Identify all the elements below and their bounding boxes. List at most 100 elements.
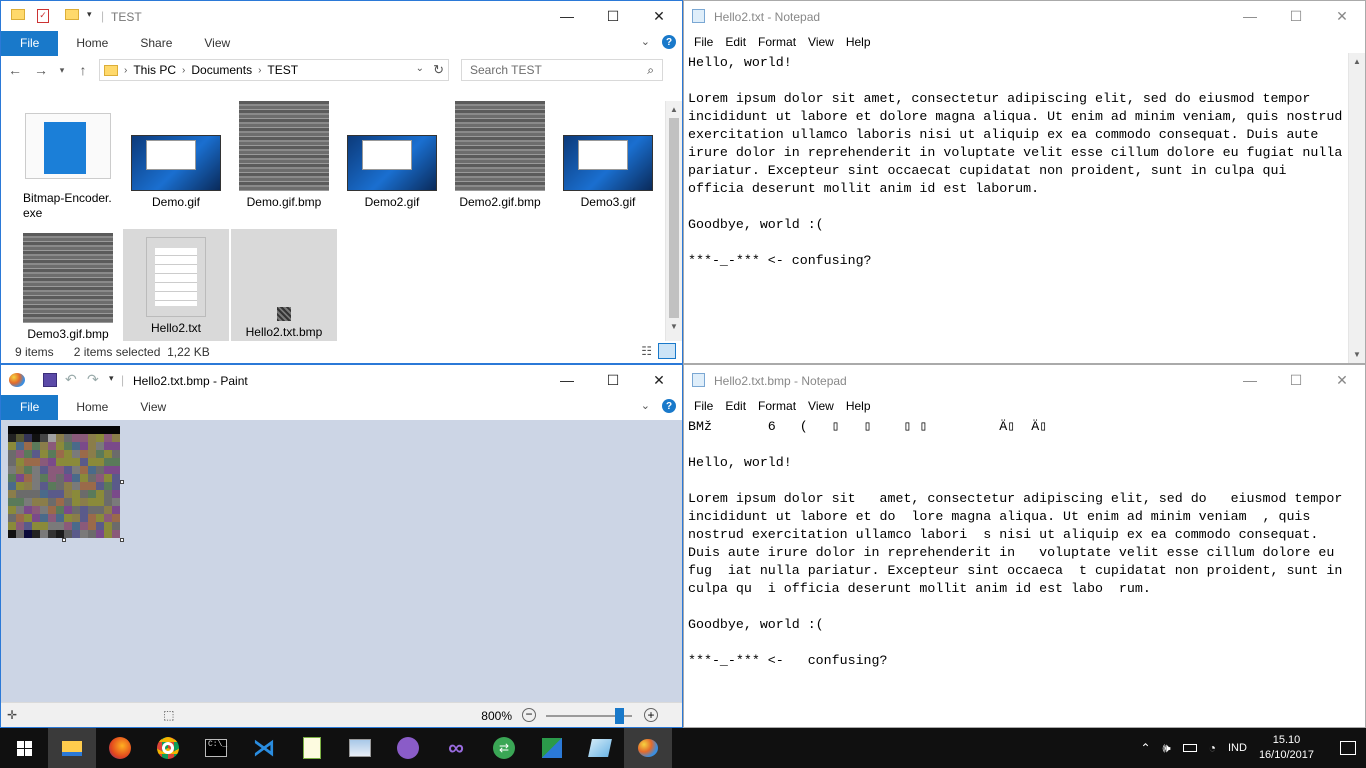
taskbar-visual-studio[interactable]: ∞ xyxy=(432,728,480,768)
forward-button[interactable]: → xyxy=(31,62,51,78)
explorer-scrollbar[interactable]: ▲ ▼ xyxy=(665,101,682,341)
expand-ribbon-icon[interactable]: ⌄ xyxy=(641,399,650,413)
file-item[interactable]: Demo3.gif xyxy=(555,109,661,210)
file-item[interactable]: Demo.gif.bmp xyxy=(231,101,337,210)
breadcrumb-this-pc[interactable]: This PC xyxy=(133,63,176,77)
minimize-button[interactable]: — xyxy=(1227,1,1273,31)
taskbar-chrome[interactable] xyxy=(144,728,192,768)
file-item-selected[interactable]: Hello2.txt.bmp xyxy=(231,229,337,341)
taskbar-network-tool[interactable] xyxy=(528,728,576,768)
minimize-button[interactable]: — xyxy=(1227,365,1273,395)
close-button[interactable]: ✕ xyxy=(636,365,682,395)
zoom-out-button[interactable]: − xyxy=(522,708,536,722)
zoom-in-button[interactable]: + xyxy=(644,708,658,722)
scroll-up-icon[interactable]: ▲ xyxy=(1349,53,1365,70)
maximize-button[interactable]: ☐ xyxy=(1273,1,1319,31)
tab-home[interactable]: Home xyxy=(58,31,122,56)
notepad-titlebar[interactable]: Hello2.txt - Notepad — ☐ ✕ xyxy=(684,1,1365,31)
scroll-down-icon[interactable]: ▼ xyxy=(1349,346,1365,363)
notepad-titlebar[interactable]: Hello2.txt.bmp - Notepad — ☐ ✕ xyxy=(684,365,1365,395)
paint-titlebar[interactable]: ↶ ↷ ▾ | Hello2.txt.bmp - Paint — ☐ ✕ xyxy=(1,365,682,395)
tab-share[interactable]: Share xyxy=(122,31,186,56)
menu-format[interactable]: Format xyxy=(752,35,802,49)
resize-handle[interactable] xyxy=(62,538,66,542)
expand-ribbon-icon[interactable]: ⌄ xyxy=(641,35,650,49)
menu-format[interactable]: Format xyxy=(752,399,802,413)
help-icon[interactable]: ? xyxy=(662,35,676,49)
file-item-selected[interactable]: Hello2.txt xyxy=(123,229,229,341)
tab-file[interactable]: File xyxy=(1,31,59,56)
save-icon[interactable] xyxy=(43,373,57,387)
redo-icon[interactable]: ↷ xyxy=(87,371,99,388)
scroll-thumb[interactable] xyxy=(669,118,679,318)
taskbar-paint[interactable] xyxy=(624,728,672,768)
file-item[interactable]: Demo2.gif xyxy=(339,109,445,210)
taskbar-vscode[interactable]: ⋊ xyxy=(240,728,288,768)
close-button[interactable]: ✕ xyxy=(1319,365,1365,395)
up-button[interactable]: ↑ xyxy=(73,62,93,78)
refresh-icon[interactable]: ↻ xyxy=(433,62,444,78)
scroll-up-icon[interactable]: ▲ xyxy=(666,101,682,118)
quick-access-dropdown-icon[interactable]: ▾ xyxy=(87,9,92,20)
menu-help[interactable]: Help xyxy=(840,35,877,49)
input-language[interactable]: IND xyxy=(1228,742,1247,754)
taskbar-notepad-plus[interactable] xyxy=(288,728,336,768)
text-editor[interactable]: BMž 6 ( ▯ ▯ ▯ ▯ Ä▯ Ä▯ Hello, world! Lore… xyxy=(684,417,1365,727)
menu-edit[interactable]: Edit xyxy=(719,35,752,49)
help-icon[interactable]: ? xyxy=(662,399,676,413)
tab-file[interactable]: File xyxy=(1,395,59,420)
undo-icon[interactable]: ↶ xyxy=(65,371,77,388)
address-dropdown-icon[interactable]: ⌄ xyxy=(416,63,424,74)
taskbar-command-prompt[interactable]: C:\_ xyxy=(192,728,240,768)
taskbar-github-desktop[interactable] xyxy=(384,728,432,768)
file-item[interactable]: Bitmap-Encoder. exe xyxy=(15,109,121,221)
menu-view[interactable]: View xyxy=(802,399,840,413)
resize-handle[interactable] xyxy=(120,538,124,542)
tab-home[interactable]: Home xyxy=(58,395,122,420)
new-folder-icon[interactable] xyxy=(65,9,79,20)
recent-locations-icon[interactable]: ▾ xyxy=(57,65,67,76)
maximize-button[interactable]: ☐ xyxy=(590,1,636,31)
menu-file[interactable]: File xyxy=(688,399,719,413)
clock[interactable]: 15.10 16/10/2017 xyxy=(1259,733,1314,763)
search-icon[interactable]: ⌕ xyxy=(647,63,654,78)
taskbar-photo-viewer[interactable] xyxy=(336,728,384,768)
close-button[interactable]: ✕ xyxy=(1319,1,1365,31)
breadcrumb-chevron-icon[interactable]: › xyxy=(182,65,185,76)
taskbar-remote-desktop[interactable]: ⇄ xyxy=(480,728,528,768)
breadcrumb-chevron-icon[interactable]: › xyxy=(258,65,261,76)
file-item[interactable]: Demo3.gif.bmp xyxy=(15,233,121,342)
minimize-button[interactable]: — xyxy=(544,365,590,395)
zoom-slider[interactable] xyxy=(546,708,632,724)
properties-icon[interactable]: ✓ xyxy=(37,9,49,23)
breadcrumb-documents[interactable]: Documents xyxy=(191,63,252,77)
battery-icon[interactable] xyxy=(1182,744,1197,752)
text-editor[interactable]: Hello, world! Lorem ipsum dolor sit amet… xyxy=(684,53,1348,363)
taskbar-firefox[interactable] xyxy=(96,728,144,768)
tab-view[interactable]: View xyxy=(122,395,180,420)
minimize-button[interactable]: — xyxy=(544,1,590,31)
quick-access-dropdown-icon[interactable]: ▾ xyxy=(109,373,114,384)
address-bar[interactable]: › This PC › Documents › TEST ⌄ ↻ xyxy=(99,59,449,81)
menu-file[interactable]: File xyxy=(688,35,719,49)
zoom-slider-thumb[interactable] xyxy=(615,708,625,724)
taskbar-paint-3d[interactable] xyxy=(576,728,624,768)
image-canvas[interactable] xyxy=(8,426,120,538)
large-icons-view-icon[interactable] xyxy=(658,343,676,359)
close-button[interactable]: ✕ xyxy=(636,1,682,31)
tab-view[interactable]: View xyxy=(186,31,244,56)
wifi-icon[interactable]: ◔ xyxy=(1209,741,1216,755)
menu-view[interactable]: View xyxy=(802,35,840,49)
resize-handle[interactable] xyxy=(120,480,124,484)
menu-help[interactable]: Help xyxy=(840,399,877,413)
notifications-icon[interactable] xyxy=(1340,741,1356,755)
back-button[interactable]: ← xyxy=(5,62,25,78)
volume-icon[interactable]: 🕪 xyxy=(1163,740,1171,756)
maximize-button[interactable]: ☐ xyxy=(590,365,636,395)
scroll-down-icon[interactable]: ▼ xyxy=(666,318,682,335)
taskbar-file-explorer[interactable] xyxy=(48,728,96,768)
canvas-area[interactable] xyxy=(1,420,682,702)
menu-edit[interactable]: Edit xyxy=(719,399,752,413)
maximize-button[interactable]: ☐ xyxy=(1273,365,1319,395)
start-button[interactable] xyxy=(0,728,48,768)
